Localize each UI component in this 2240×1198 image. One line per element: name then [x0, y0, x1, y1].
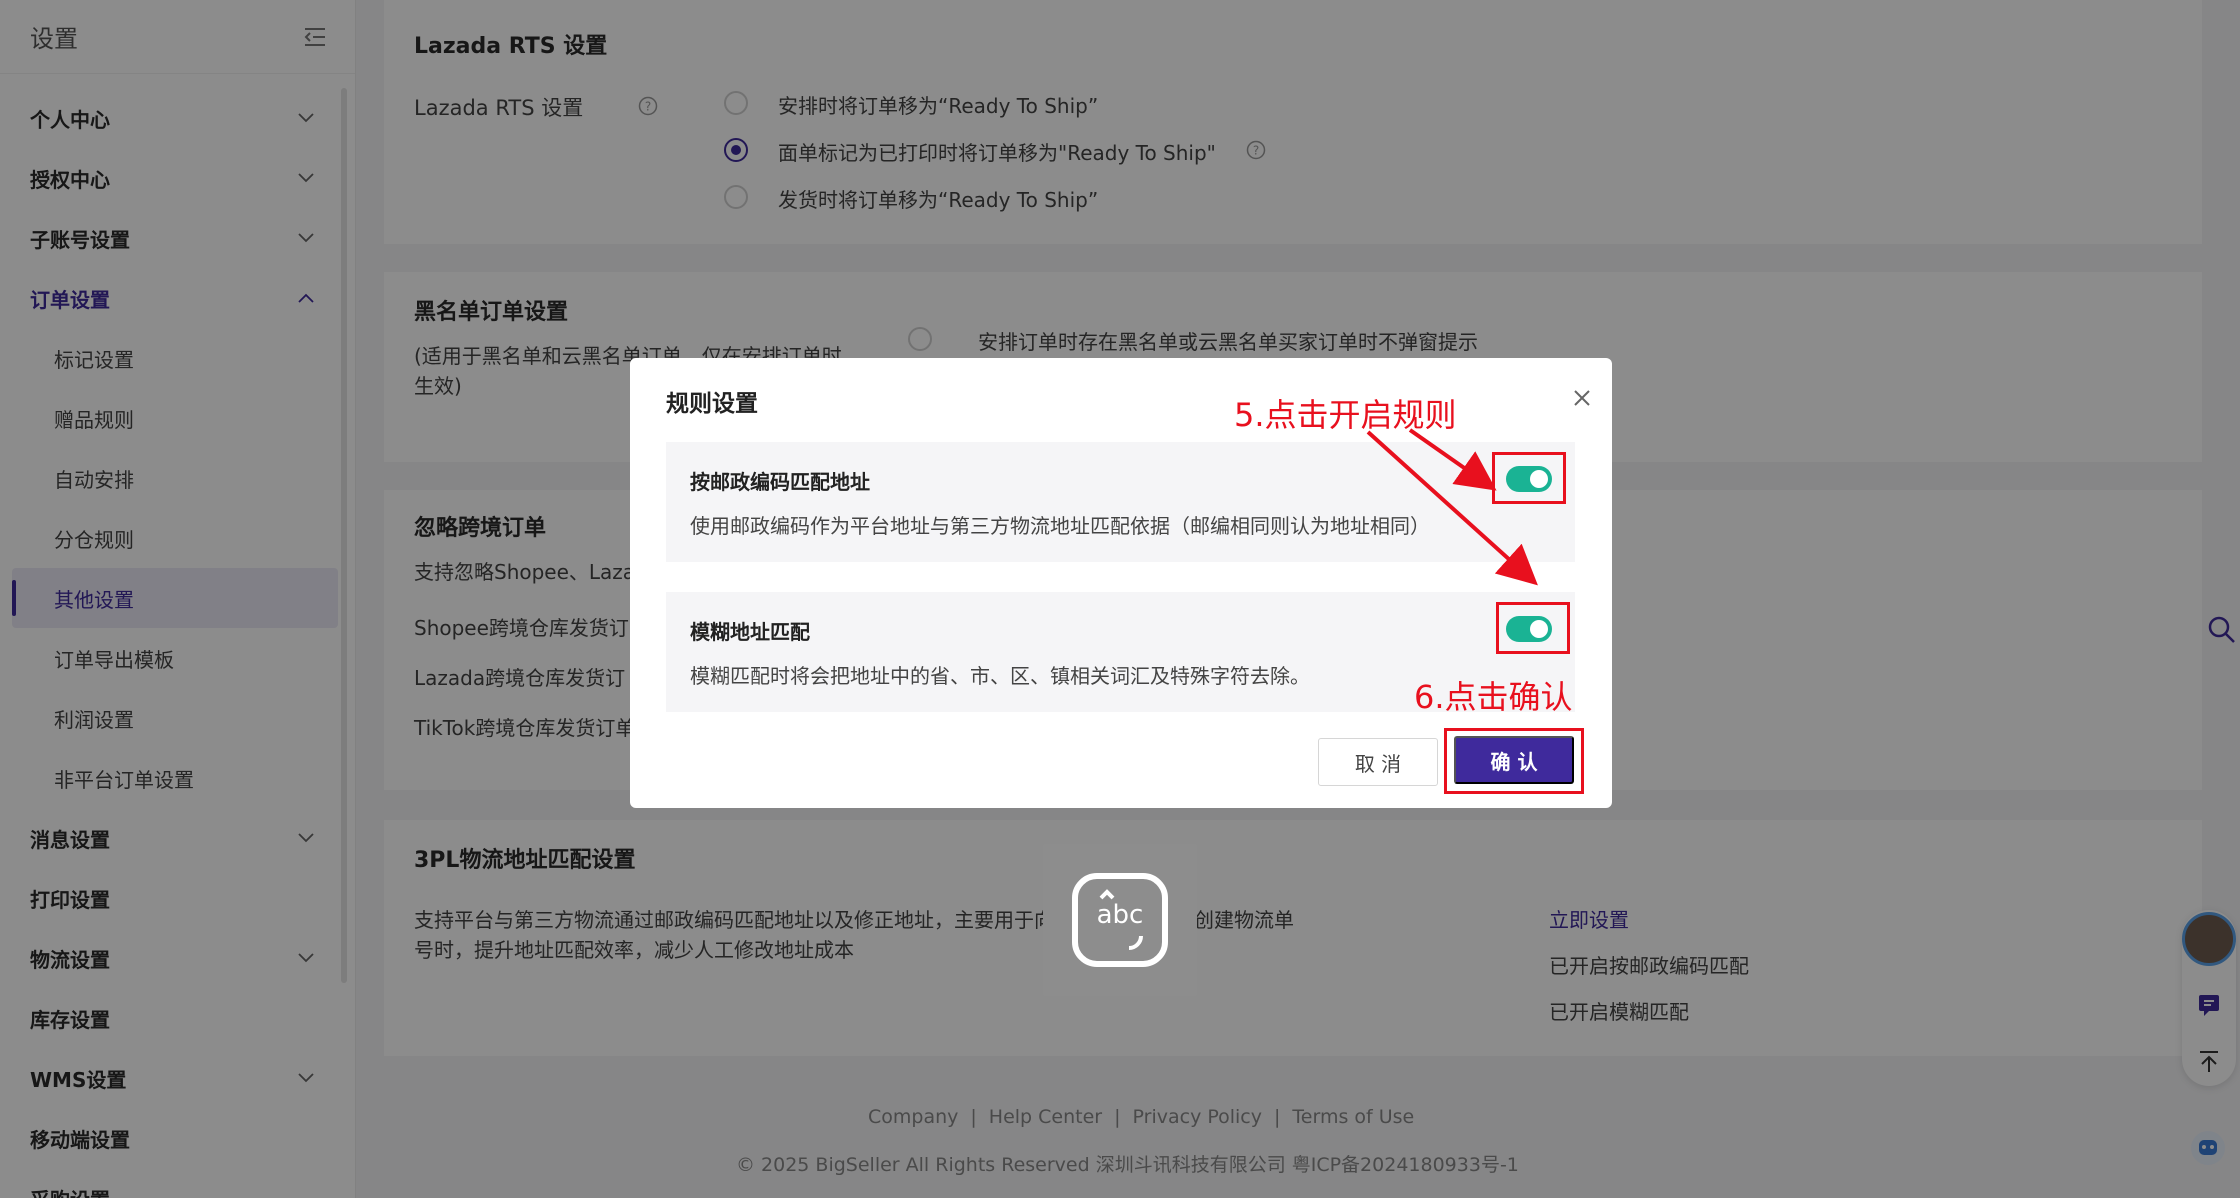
annotation-step6: 6.点击确认 — [1414, 678, 1573, 716]
highlight-box-toggle-2 — [1496, 602, 1570, 654]
rule-postcode-desc: 使用邮政编码作为平台地址与第三方物流地址匹配依据（邮编相同则认为地址相同） — [690, 514, 1430, 538]
highlight-box-confirm — [1444, 728, 1584, 794]
close-icon[interactable] — [1572, 388, 1592, 408]
ime-mode-label: abc — [1096, 900, 1144, 930]
rule-fuzzy-title: 模糊地址匹配 — [690, 620, 810, 644]
cancel-button[interactable]: 取 消 — [1318, 738, 1438, 786]
rule-postcode-title: 按邮政编码匹配地址 — [690, 470, 870, 494]
rule-fuzzy-desc: 模糊匹配时将会把地址中的省、市、区、镇相关词汇及特殊字符去除。 — [690, 664, 1310, 688]
modal-title: 规则设置 — [666, 391, 758, 417]
annotation-arrows — [1366, 428, 1538, 586]
input-method-indicator: abc — [1043, 844, 1197, 996]
